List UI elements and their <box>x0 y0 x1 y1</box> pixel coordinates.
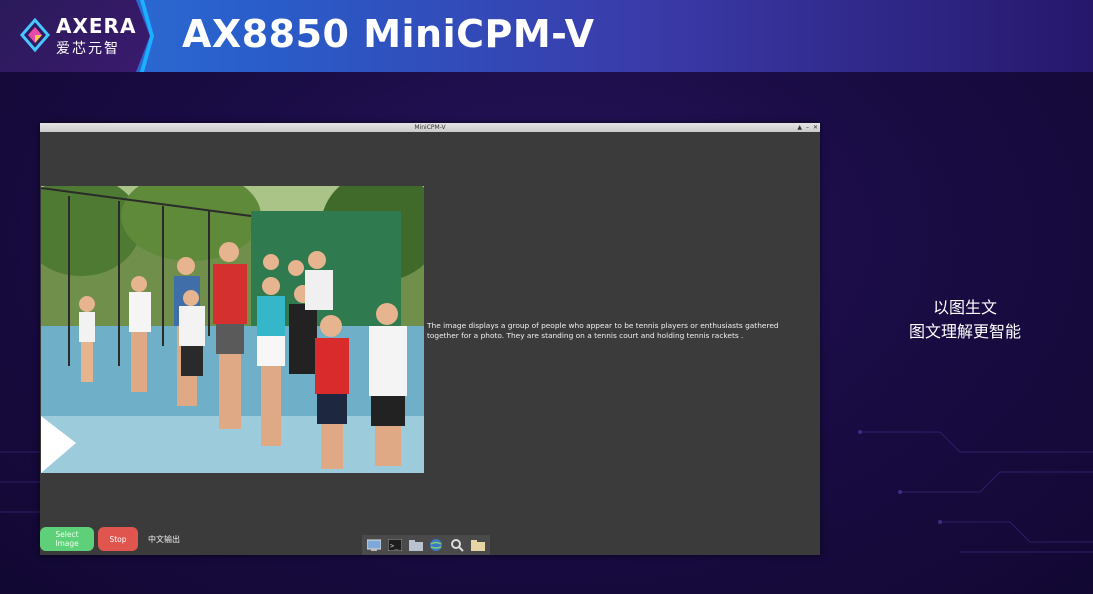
page-title: AX8850 MiniCPM-V <box>182 12 595 56</box>
logo-area: AXERA 爱芯元智 <box>0 0 150 72</box>
window-close-icon[interactable]: ✕ <box>813 123 818 132</box>
selected-image <box>41 186 424 473</box>
tennis-group-photo <box>41 186 424 473</box>
window-title: MiniCPM-V <box>414 124 446 131</box>
terminal-icon[interactable]: >_ <box>387 538 403 552</box>
feature-line-1: 以图生文 <box>932 298 997 317</box>
svg-text:>_: >_ <box>390 542 399 550</box>
folder-icon[interactable] <box>408 538 424 552</box>
taskbar: >_ <box>362 535 490 555</box>
files-icon[interactable] <box>470 538 486 552</box>
feature-line-2: 图文理解更智能 <box>908 322 1021 341</box>
window-titlebar[interactable]: MiniCPM-V ▲ – ✕ <box>40 123 820 132</box>
logo-text-cn: 爱芯元智 <box>56 41 120 57</box>
desktop-icon[interactable] <box>366 538 382 552</box>
chinese-output-toggle[interactable]: 中文输出 <box>148 534 180 545</box>
logo-text-en: AXERA <box>56 14 137 38</box>
header-banner: AXERA 爱芯元智 AX8850 MiniCPM-V <box>0 0 1093 72</box>
globe-icon[interactable] <box>428 538 444 552</box>
window-controls: ▲ – ✕ <box>797 123 818 132</box>
feature-description: 以图生文 图文理解更智能 <box>880 296 1050 344</box>
app-window: MiniCPM-V ▲ – ✕ The image displays a gro… <box>40 123 820 555</box>
search-icon[interactable] <box>449 538 465 552</box>
window-maximize-icon[interactable]: ▲ <box>797 123 802 132</box>
window-minimize-icon[interactable]: – <box>806 123 809 132</box>
stop-button[interactable]: Stop <box>98 527 138 551</box>
generated-caption: The image displays a group of people who… <box>427 321 779 340</box>
select-image-button[interactable]: Select Image <box>40 527 94 551</box>
axera-logo-icon <box>20 17 50 53</box>
